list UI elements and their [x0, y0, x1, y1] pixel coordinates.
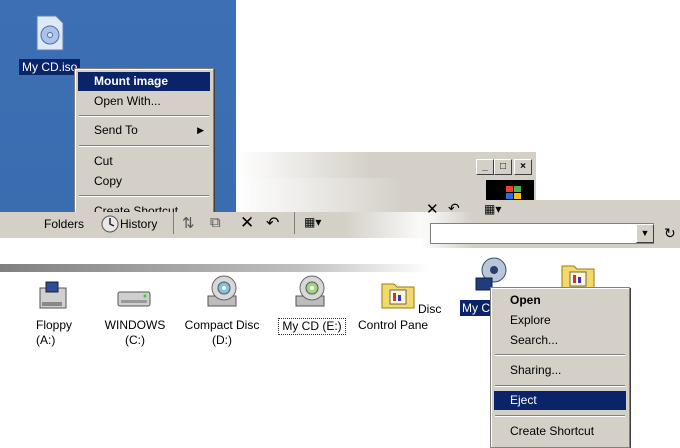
menu-item-open[interactable]: Open	[494, 291, 626, 310]
floppy-drive-icon[interactable]	[36, 280, 72, 316]
pane-divider	[0, 264, 430, 272]
drive-label-line: (C:)	[125, 333, 145, 347]
drive-label-line: (D:)	[212, 333, 232, 347]
menu-separator	[495, 354, 625, 356]
address-input[interactable]	[430, 223, 654, 244]
views-icon[interactable]: ▦▾	[304, 215, 321, 229]
control-panel-icon[interactable]	[380, 276, 416, 312]
toolbar-separator	[173, 212, 174, 234]
menu-item-mount-image[interactable]: Mount image	[78, 72, 210, 91]
toolbar-right-section: ✕ ↶ ▦▾	[420, 200, 680, 220]
drive-label-line: (A:)	[36, 333, 56, 347]
menu-separator	[79, 115, 209, 117]
menu-item-copy[interactable]: Copy	[78, 172, 210, 191]
drive-label-windows[interactable]: WINDOWS (C:)	[98, 318, 172, 348]
menu-item-open-with[interactable]: Open With...	[78, 92, 210, 111]
minimize-button[interactable]: _	[476, 159, 494, 175]
menu-item-cut[interactable]: Cut	[78, 152, 210, 171]
undo-icon[interactable]: ↶	[266, 213, 279, 233]
cd-image-file-icon[interactable]	[35, 15, 65, 51]
hard-drive-icon[interactable]	[116, 282, 152, 318]
history-icon	[101, 215, 119, 233]
partial-disc-label: Disc	[418, 302, 442, 316]
menu-separator	[79, 195, 209, 197]
drive-label-line: Floppy	[36, 318, 73, 332]
send-to-label: Send To	[94, 123, 138, 137]
drive-context-menu: Open Explore Search... Sharing... Eject …	[490, 287, 630, 448]
menu-item-sharing[interactable]: Sharing...	[494, 361, 626, 380]
views-icon[interactable]: ▦▾	[484, 202, 501, 216]
move-to-icon[interactable]: ⇅	[182, 214, 195, 232]
drive-label-floppy[interactable]: Floppy (A:)	[36, 318, 80, 348]
submenu-arrow-icon: ▶	[197, 125, 204, 135]
address-dropdown-button[interactable]: ▼	[636, 224, 654, 243]
history-button[interactable]: History	[120, 217, 157, 231]
undo-icon[interactable]: ↶	[448, 200, 460, 217]
copy-to-icon[interactable]: ⧉	[210, 214, 221, 231]
iso-file-label[interactable]: My CD.iso	[19, 59, 81, 75]
drive-label-control-panel[interactable]: Control Pane	[358, 318, 432, 333]
cd-drive-icon[interactable]	[292, 274, 328, 310]
drive-label-line: Compact Disc	[184, 318, 260, 332]
menu-item-send-to[interactable]: Send To ▶	[78, 121, 210, 140]
toolbar-separator	[294, 212, 295, 234]
menu-item-explore[interactable]: Explore	[494, 311, 626, 330]
menu-separator	[79, 145, 209, 147]
menu-separator	[495, 385, 625, 387]
close-button[interactable]: ×	[514, 159, 532, 175]
folders-button[interactable]: Folders	[44, 217, 84, 231]
maximize-button[interactable]: □	[494, 159, 512, 175]
go-icon[interactable]: ↻	[664, 225, 676, 242]
menu-item-eject[interactable]: Eject	[494, 391, 626, 410]
menu-item-search[interactable]: Search...	[494, 331, 626, 350]
file-context-menu: Mount image Open With... Send To ▶ Cut C…	[74, 68, 214, 220]
menu-separator	[495, 415, 625, 417]
drive-label-my-cd-selected[interactable]: My C	[460, 300, 492, 316]
drive-label-line: WINDOWS	[104, 318, 166, 332]
menu-item-create-shortcut[interactable]: Create Shortcut	[494, 422, 626, 441]
drive-label-my-cd[interactable]: My CD (E:)	[278, 318, 346, 335]
drive-label-compact-disc[interactable]: Compact Disc (D:)	[180, 318, 264, 348]
cd-drive-icon[interactable]	[204, 274, 240, 310]
delete-icon[interactable]: ✕	[240, 213, 254, 233]
